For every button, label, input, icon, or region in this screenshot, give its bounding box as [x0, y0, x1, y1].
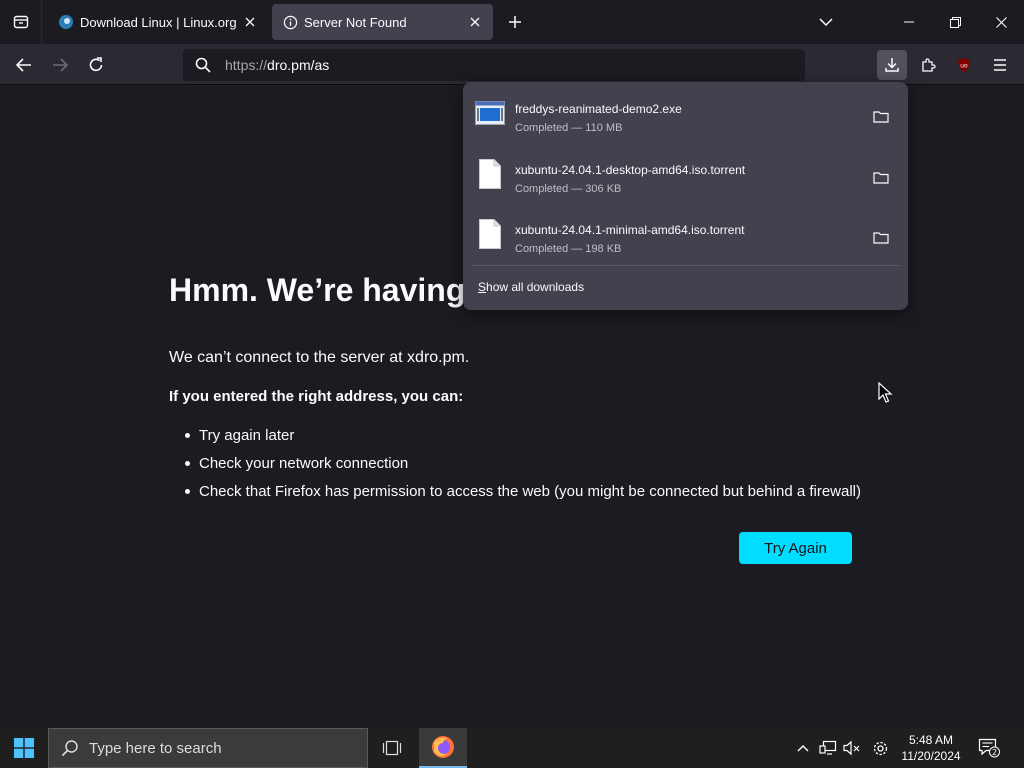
- firefox-taskbar-button[interactable]: [419, 728, 467, 768]
- show-all-downloads-link[interactable]: Show all downloads: [478, 280, 584, 294]
- suggestions-list: Try again later Check your network conne…: [185, 421, 861, 505]
- tab-title: Server Not Found: [304, 14, 407, 30]
- svg-text:uo: uo: [960, 63, 968, 70]
- clock-time: 5:48 AM: [908, 733, 954, 747]
- list-item: Check that Firefox has permission to acc…: [185, 477, 861, 505]
- file-icon: [475, 159, 505, 189]
- list-item: Try again later: [185, 421, 861, 449]
- firefox-view-button[interactable]: [0, 0, 42, 44]
- error-description: We can’t connect to the server at xdro.p…: [169, 349, 470, 366]
- extensions-button[interactable]: [913, 50, 943, 80]
- minimize-button[interactable]: [886, 0, 932, 44]
- gear-icon: [873, 741, 887, 755]
- tab-strip: Download Linux | Linux.org Server Not Fo…: [0, 0, 1024, 44]
- chevron-up-icon: [797, 745, 809, 752]
- tab-title: Download Linux | Linux.org: [80, 14, 237, 30]
- download-item[interactable]: xubuntu-24.04.1-desktop-amd64.iso.torren…: [463, 147, 908, 205]
- settings-button[interactable]: [868, 728, 892, 768]
- network-button[interactable]: [817, 728, 839, 768]
- folder-icon[interactable]: [872, 169, 890, 185]
- volume-button[interactable]: [841, 728, 863, 768]
- ublock-shield-icon: uo: [958, 58, 970, 72]
- download-item[interactable]: freddys-reanimated-demo2.exe Completed —…: [463, 86, 908, 144]
- search-icon: [61, 740, 78, 757]
- firefox-view-icon: [13, 15, 28, 29]
- plus-icon: [509, 16, 521, 28]
- try-again-button[interactable]: Try Again: [739, 532, 852, 564]
- task-view-icon: [382, 740, 402, 756]
- executable-icon: [475, 98, 505, 128]
- tab-download-linux[interactable]: Download Linux | Linux.org: [48, 4, 268, 40]
- minimize-icon: [904, 21, 914, 23]
- back-arrow-icon: [16, 58, 31, 72]
- reload-button[interactable]: [81, 50, 111, 80]
- list-item: Check your network connection: [185, 449, 861, 477]
- folder-icon[interactable]: [872, 108, 890, 124]
- reload-icon: [89, 57, 103, 72]
- chevron-down-icon: [819, 18, 833, 27]
- suggestions-heading: If you entered the right address, you ca…: [169, 388, 464, 405]
- network-icon: [819, 740, 837, 755]
- close-icon: [995, 16, 1007, 28]
- address-bar[interactable]: https://dro.pm/as: [183, 49, 805, 81]
- new-tab-button[interactable]: [502, 8, 528, 36]
- notification-icon: 2: [978, 738, 1000, 758]
- url-text: https://dro.pm/as: [225, 57, 329, 73]
- clock[interactable]: 5:48 AM 11/20/2024: [893, 732, 969, 764]
- task-view-button[interactable]: [370, 728, 414, 768]
- search-icon: [195, 57, 211, 73]
- error-title: Hmm. We’re having: [169, 272, 466, 308]
- clock-date: 11/20/2024: [901, 749, 961, 763]
- downloads-panel: freddys-reanimated-demo2.exe Completed —…: [463, 82, 908, 310]
- firefox-logo-icon: [432, 736, 454, 758]
- notification-count: 2: [992, 748, 997, 757]
- ublock-origin-button[interactable]: uo: [949, 50, 979, 80]
- download-icon: [885, 58, 899, 72]
- download-status: Completed — 110 MB: [515, 122, 623, 134]
- app-menu-button[interactable]: [985, 50, 1015, 80]
- download-filename: xubuntu-24.04.1-desktop-amd64.iso.torren…: [515, 163, 746, 177]
- downloads-button[interactable]: [877, 50, 907, 80]
- volume-muted-icon: [843, 740, 860, 756]
- back-button[interactable]: [9, 50, 39, 80]
- taskbar-search-box[interactable]: Type here to search: [48, 728, 368, 768]
- info-icon: [282, 14, 298, 30]
- windows-logo-icon: [14, 738, 34, 758]
- restore-icon: [949, 16, 961, 28]
- url-scheme: https://: [225, 57, 268, 73]
- url-host: dro.pm/as: [267, 57, 330, 73]
- puzzle-icon: [922, 58, 936, 72]
- taskbar: Type here to search 5:48 AM 11/20/2024 2: [0, 728, 1024, 768]
- close-window-button[interactable]: [978, 0, 1024, 44]
- list-all-tabs-button[interactable]: [812, 8, 840, 36]
- download-filename: xubuntu-24.04.1-minimal-amd64.iso.torren…: [515, 223, 745, 237]
- tab-server-not-found[interactable]: Server Not Found: [272, 4, 493, 40]
- restore-button[interactable]: [932, 0, 978, 44]
- forward-button[interactable]: [45, 50, 75, 80]
- bullet-icon: [185, 460, 190, 466]
- file-icon: [475, 219, 505, 249]
- close-tab-icon[interactable]: [467, 14, 483, 30]
- download-filename: freddys-reanimated-demo2.exe: [515, 102, 682, 116]
- show-hidden-icons-button[interactable]: [793, 728, 813, 768]
- notifications-button[interactable]: 2: [974, 728, 1004, 768]
- hamburger-menu-icon: [994, 59, 1006, 71]
- navigation-toolbar: https://dro.pm/as uo: [0, 44, 1024, 85]
- divider: [471, 265, 900, 266]
- mouse-cursor-icon: [878, 382, 893, 403]
- download-item[interactable]: xubuntu-24.04.1-minimal-amd64.iso.torren…: [463, 207, 908, 265]
- download-status: Completed — 198 KB: [515, 243, 622, 255]
- folder-icon[interactable]: [872, 229, 890, 245]
- search-placeholder: Type here to search: [89, 739, 222, 757]
- bullet-icon: [185, 432, 190, 438]
- linux-org-favicon: [58, 14, 74, 30]
- forward-arrow-icon: [53, 58, 68, 72]
- close-tab-icon[interactable]: [242, 14, 258, 30]
- start-button[interactable]: [0, 728, 48, 768]
- bullet-icon: [185, 488, 190, 494]
- download-status: Completed — 306 KB: [515, 183, 622, 195]
